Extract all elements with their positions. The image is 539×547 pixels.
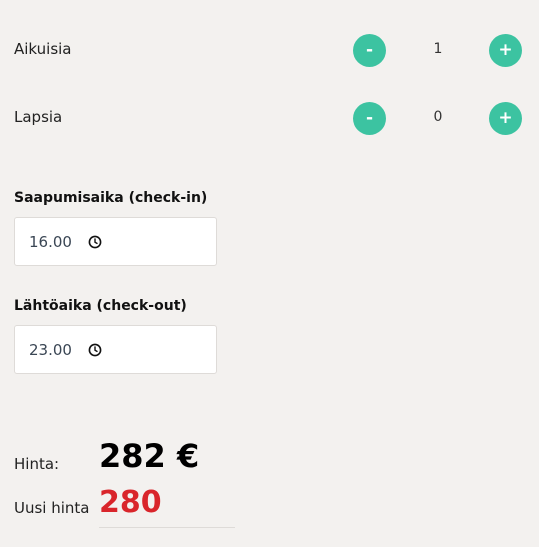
price-value: 282 € — [99, 437, 200, 475]
divider — [99, 527, 235, 528]
children-decrement-button[interactable]: - — [353, 102, 386, 135]
checkout-time-input[interactable]: 23.00 — [14, 325, 217, 374]
adults-label: Aikuisia — [14, 40, 72, 58]
children-count: 0 — [433, 109, 443, 125]
checkin-time-input[interactable]: 16.00 — [14, 217, 217, 266]
booking-form: Aikuisia - 1 + Lapsia - 0 + Saapumisaika… — [0, 0, 539, 547]
price-label: Hinta: — [14, 455, 60, 473]
clock-icon[interactable] — [88, 343, 102, 357]
adults-count: 1 — [433, 41, 443, 57]
adults-decrement-button[interactable]: - — [353, 34, 386, 67]
adults-increment-button[interactable]: + — [489, 34, 522, 67]
clock-icon[interactable] — [88, 235, 102, 249]
checkout-label: Lähtöaika (check-out) — [14, 298, 187, 314]
new-price-value: 280 — [99, 485, 162, 520]
children-label: Lapsia — [14, 108, 63, 126]
children-increment-button[interactable]: + — [489, 102, 522, 135]
checkin-label: Saapumisaika (check-in) — [14, 190, 208, 206]
new-price-label: Uusi hinta — [14, 499, 90, 517]
checkin-time-value: 16.00 — [29, 233, 72, 251]
checkout-time-value: 23.00 — [29, 341, 72, 359]
